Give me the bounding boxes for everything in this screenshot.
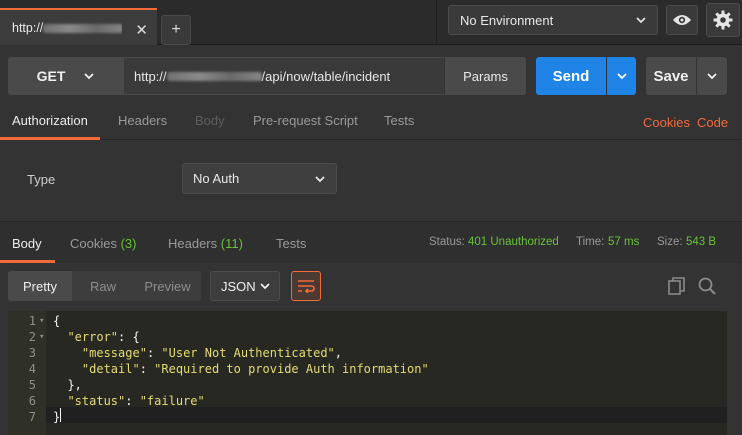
size-label: Size: bbox=[657, 236, 683, 248]
auth-type-value: No Auth bbox=[193, 171, 240, 186]
line-number: 4 bbox=[28, 362, 36, 376]
params-button[interactable]: Params bbox=[445, 57, 526, 95]
chevron-down-icon bbox=[84, 73, 95, 80]
fold-toggle-icon[interactable]: ▾ bbox=[39, 316, 44, 326]
response-tab-tests[interactable]: Tests bbox=[276, 236, 306, 251]
code-line: "detail": "Required to provide Auth info… bbox=[81, 362, 429, 376]
active-line-highlight bbox=[46, 407, 727, 423]
line-number: 2 bbox=[28, 330, 36, 344]
eye-icon bbox=[673, 15, 691, 25]
code-line: }, bbox=[53, 378, 82, 392]
redacted-host bbox=[43, 23, 122, 33]
tab-headers[interactable]: Headers bbox=[118, 113, 167, 128]
auth-type-select[interactable]: No Auth bbox=[182, 163, 337, 194]
request-tab[interactable]: http:// ✕ bbox=[0, 8, 157, 45]
chevron-down-icon bbox=[260, 283, 270, 290]
redacted-host bbox=[166, 71, 262, 81]
url-input[interactable]: http:// /api/now/table/incident bbox=[124, 57, 444, 95]
active-tab-indicator bbox=[0, 137, 100, 140]
line-number: 6 bbox=[28, 394, 36, 408]
active-response-tab-indicator bbox=[0, 260, 55, 263]
method-select[interactable]: GET bbox=[8, 57, 124, 95]
tab-pre-request-script[interactable]: Pre-request Script bbox=[253, 113, 358, 128]
response-tab-headers[interactable]: Headers (11) bbox=[168, 236, 243, 251]
line-number: 3 bbox=[28, 346, 36, 360]
code-line: { bbox=[53, 314, 61, 328]
copy-icon[interactable] bbox=[667, 276, 687, 296]
response-tabs: Body Cookies (3) Headers (11) Tests Stat… bbox=[0, 221, 742, 263]
add-tab-button[interactable]: + bbox=[161, 15, 191, 45]
time-label: Time: bbox=[576, 236, 605, 248]
line-number: 5 bbox=[28, 378, 36, 392]
send-options-button[interactable] bbox=[607, 57, 636, 95]
save-options-button[interactable] bbox=[697, 57, 727, 95]
pretty-button[interactable]: Pretty bbox=[8, 271, 72, 301]
language-value: JSON bbox=[221, 278, 256, 294]
code-line: "error": { bbox=[67, 330, 140, 344]
environment-quick-look-button[interactable] bbox=[666, 5, 698, 35]
settings-button[interactable] bbox=[706, 3, 740, 37]
search-icon[interactable] bbox=[697, 276, 717, 296]
divider bbox=[436, 0, 437, 45]
tab-body[interactable]: Body bbox=[195, 113, 225, 128]
response-tab-body[interactable]: Body bbox=[12, 236, 42, 251]
preview-button[interactable]: Preview bbox=[134, 271, 201, 301]
language-select[interactable]: JSON bbox=[210, 271, 280, 301]
line-number: 7 bbox=[28, 410, 36, 424]
close-tab-icon[interactable]: ✕ bbox=[135, 21, 148, 39]
tab-tests[interactable]: Tests bbox=[384, 113, 414, 128]
url-prefix: http:// bbox=[134, 68, 167, 84]
time-value: 57 ms bbox=[608, 236, 640, 248]
response-tab-cookies[interactable]: Cookies (3) bbox=[70, 236, 136, 251]
code-link[interactable]: Code bbox=[697, 115, 728, 130]
request-tabs: Authorization Headers Body Pre-request S… bbox=[0, 104, 742, 140]
wrap-lines-button[interactable] bbox=[291, 271, 321, 301]
chevron-down-icon bbox=[636, 17, 646, 24]
url-path: /api/now/table/incident bbox=[261, 68, 391, 84]
raw-button[interactable]: Raw bbox=[72, 271, 134, 301]
chevron-down-icon bbox=[315, 176, 325, 183]
code-line: "status": "failure" bbox=[67, 394, 205, 408]
save-button[interactable]: Save bbox=[646, 57, 696, 95]
fold-toggle-icon[interactable]: ▾ bbox=[39, 332, 44, 342]
size-value: 543 B bbox=[686, 236, 717, 248]
code-line: "message": "User Not Authenticated", bbox=[81, 346, 343, 360]
text-cursor bbox=[60, 408, 61, 422]
format-mode-group: Pretty Raw Preview bbox=[8, 271, 201, 301]
status-label: Status: bbox=[429, 236, 465, 248]
wrap-lines-icon bbox=[298, 280, 315, 293]
gear-icon bbox=[713, 10, 733, 30]
chevron-down-icon bbox=[707, 73, 717, 80]
status-value: 401 Unauthorized bbox=[468, 236, 559, 248]
environment-select-value: No Environment bbox=[460, 12, 554, 28]
request-tab-label: http:// bbox=[12, 21, 122, 35]
cookies-link[interactable]: Cookies bbox=[643, 115, 690, 130]
auth-type-label: Type bbox=[27, 172, 56, 187]
chevron-down-icon bbox=[616, 73, 627, 80]
send-button[interactable]: Send bbox=[536, 57, 606, 95]
environment-select[interactable]: No Environment bbox=[448, 5, 658, 35]
tab-authorization[interactable]: Authorization bbox=[12, 113, 88, 128]
line-number: 1 bbox=[28, 314, 36, 328]
method-value: GET bbox=[36, 68, 66, 84]
